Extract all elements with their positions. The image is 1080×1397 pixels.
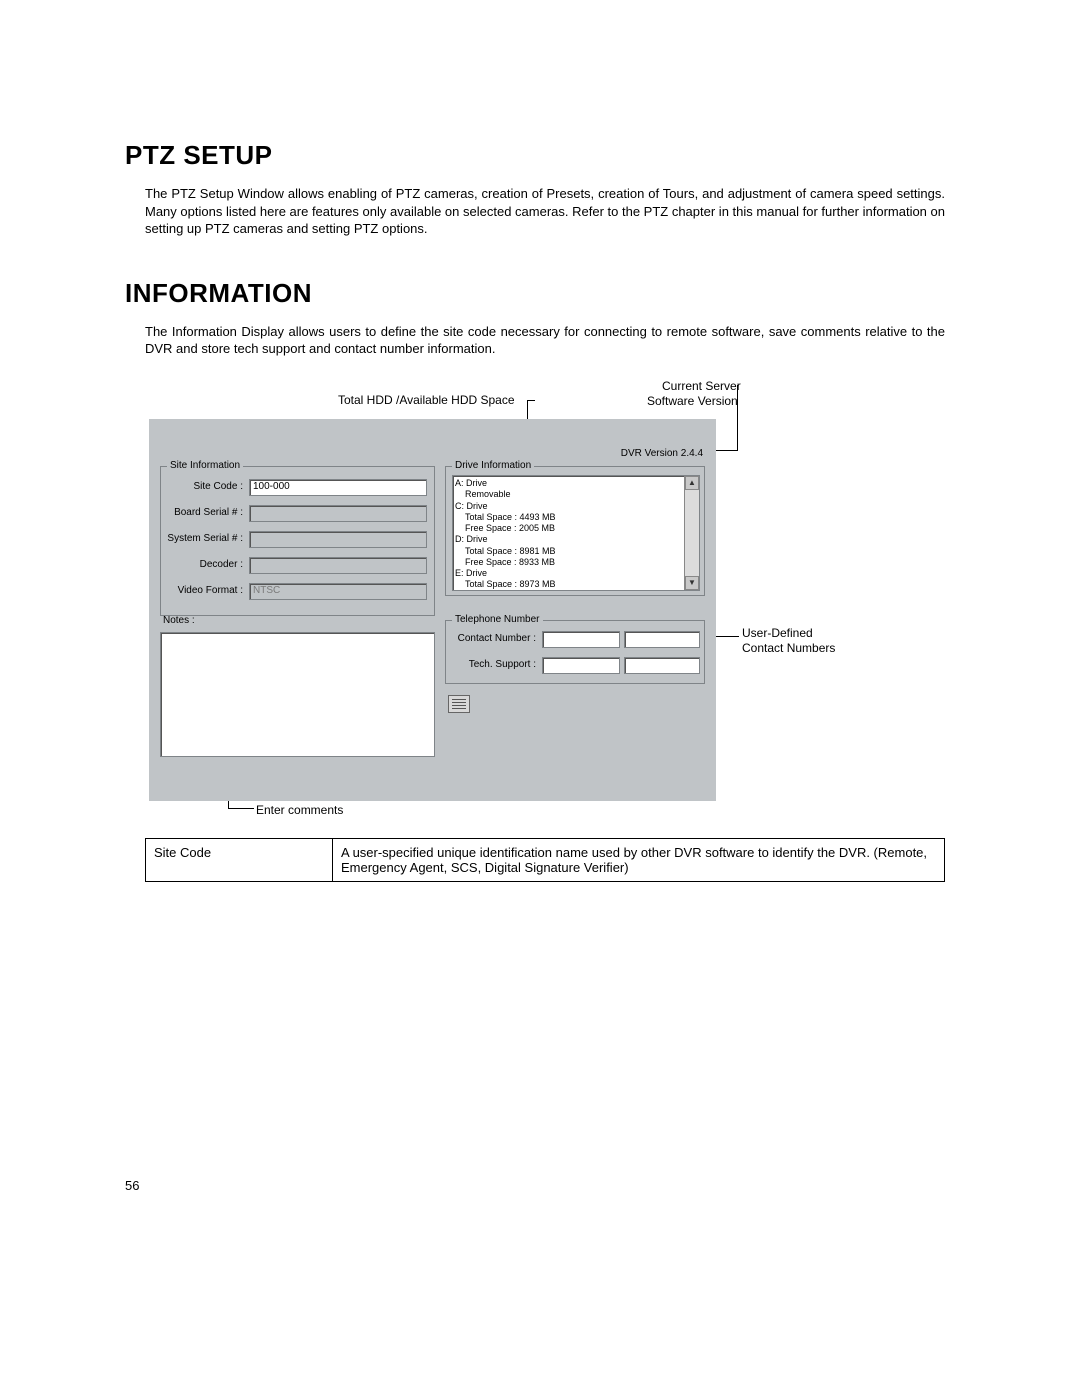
group-drive-information: Drive Information A: DriveRemovableC: Dr… [445,466,705,596]
drive-list-item: Total Space : 4493 MB [465,512,697,523]
label-system-serial: System Serial # : [161,533,243,544]
group-legend: Telephone Number [452,614,543,625]
heading-ptz-setup: PTZ SETUP [125,140,945,171]
def-value: A user-specified unique identification n… [333,839,945,882]
drive-list-item: Removable [465,489,697,500]
definition-table: Site Code A user-specified unique identi… [145,838,945,882]
callout-line [527,400,535,401]
callout-version-1: Current Server [662,379,741,393]
callout-version-2: Software Version [647,394,738,408]
input-contact-number-2[interactable] [624,631,700,648]
input-contact-number-1[interactable] [542,631,620,648]
dvr-version-label: DVR Version 2.4.4 [621,448,703,459]
label-site-code: Site Code : [161,481,243,492]
callout-contacts-2: Contact Numbers [742,641,835,655]
drive-list-item: E: Drive [455,568,697,579]
drive-list-item: Free Space : 2005 MB [465,523,697,534]
callout-line [737,385,738,450]
input-tech-support-1[interactable] [542,657,620,674]
drive-list-item: Total Space : 8981 MB [465,546,697,557]
input-site-code[interactable]: 100-000 [249,479,427,496]
label-contact-number: Contact Number : [446,633,536,644]
notes-textarea[interactable] [160,632,435,757]
label-decoder: Decoder : [161,559,243,570]
scroll-down-icon[interactable]: ▼ [685,576,699,590]
label-board-serial: Board Serial # : [161,507,243,518]
input-tech-support-2[interactable] [624,657,700,674]
callout-contacts-1: User-Defined [742,626,813,640]
group-legend: Site Information [167,460,243,471]
callout-line [713,450,738,451]
input-system-serial [249,531,427,548]
label-tech-support: Tech. Support : [446,659,536,670]
group-legend: Drive Information [452,460,534,471]
drive-list-item: D: Drive [455,534,697,545]
drive-list-item: Free Space : 7311 MB [465,591,697,592]
group-site-information: Site Information Site Code : 100-000 Boa… [160,466,435,616]
callout-hdd-space: Total HDD /Available HDD Space [338,393,515,407]
keyboard-button[interactable] [448,695,470,713]
group-notes: Notes : [160,622,435,762]
drive-list[interactable]: A: DriveRemovableC: DriveTotal Space : 4… [452,475,700,591]
scroll-up-icon[interactable]: ▲ [685,476,699,490]
heading-information: INFORMATION [125,278,945,309]
input-board-serial [249,505,427,522]
notes-label: Notes : [160,615,198,626]
paragraph-information: The Information Display allows users to … [145,323,945,358]
paragraph-ptz: The PTZ Setup Window allows enabling of … [145,185,945,238]
table-row: Site Code A user-specified unique identi… [146,839,945,882]
callout-line [228,808,254,809]
scrollbar[interactable]: ▲ ▼ [684,476,699,590]
drive-list-item: Free Space : 8933 MB [465,557,697,568]
dvr-information-screenshot: DVR Version 2.4.4 Site Information Site … [149,419,716,801]
page-number: 56 [125,1178,139,1193]
drive-list-item: A: Drive [455,478,697,489]
drive-list-item: Total Space : 8973 MB [465,579,697,590]
input-video-format: NTSC [249,583,427,600]
label-video-format: Video Format : [161,585,243,596]
input-decoder [249,557,427,574]
drive-list-item: C: Drive [455,501,697,512]
callout-enter-comments: Enter comments [256,803,343,817]
def-key: Site Code [146,839,333,882]
group-telephone-number: Telephone Number Contact Number : Tech. … [445,620,705,684]
